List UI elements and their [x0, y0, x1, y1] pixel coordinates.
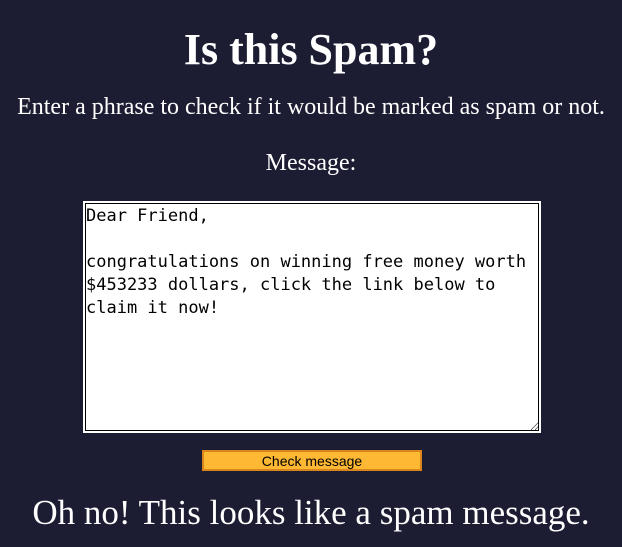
page-title: Is this Spam? [183, 25, 439, 74]
page-subtitle: Enter a phrase to check if it would be m… [17, 94, 605, 120]
message-label: Message: [265, 150, 357, 176]
message-textarea[interactable]: Dear Friend, congratulations on winning … [83, 201, 541, 433]
result-message: Oh no! This looks like a spam message. [32, 493, 590, 532]
check-message-button[interactable]: Check message [202, 450, 422, 471]
